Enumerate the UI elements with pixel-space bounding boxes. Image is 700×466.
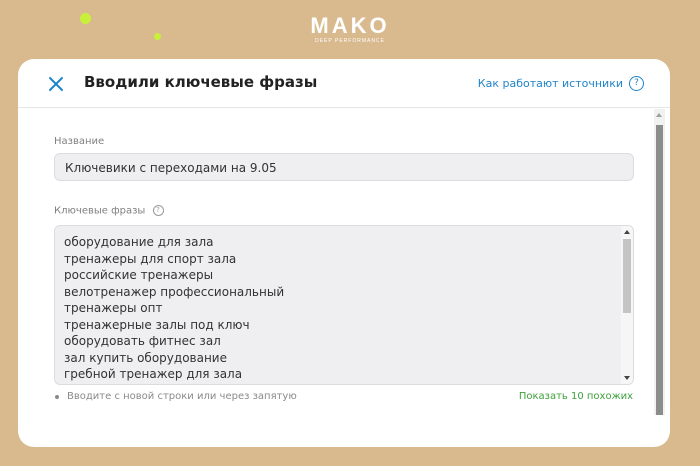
keywords-source-modal: Вводили ключевые фразы Как работают исто… bbox=[18, 59, 670, 447]
show-similar-link[interactable]: Показать 10 похожих bbox=[519, 391, 633, 402]
brand-tagline: DEEP PERFORMANCE bbox=[315, 38, 385, 44]
brand-logo: MAKO DEEP PERFORMANCE bbox=[300, 13, 400, 45]
phrase-line: тренажеры опт bbox=[64, 301, 163, 315]
textarea-scrollbar-thumb[interactable] bbox=[623, 239, 631, 313]
phrase-line: велотренажер профессиональный bbox=[64, 284, 285, 299]
phrases-label: Ключевые фразы bbox=[54, 205, 146, 217]
phrase-line: оборудование для зала bbox=[64, 235, 214, 249]
input-hint-text: Вводите с новой строки или через запятую bbox=[67, 391, 297, 402]
bullet-icon bbox=[55, 394, 59, 399]
scroll-up-arrow-icon[interactable] bbox=[624, 230, 630, 234]
modal-title: Вводили ключевые фразы bbox=[84, 73, 318, 91]
decorative-dot bbox=[80, 13, 91, 24]
phrase-line: гребной тренажер для зала bbox=[64, 367, 243, 381]
info-icon[interactable]: ? bbox=[152, 205, 164, 216]
brand-name: MAKO bbox=[310, 13, 390, 38]
phrases-list: оборудование для зала тренажеры для спор… bbox=[64, 234, 617, 383]
close-icon[interactable] bbox=[48, 76, 64, 92]
modal-header: Вводили ключевые фразы Как работают исто… bbox=[18, 59, 670, 108]
phrases-label-row: Ключевые фразы ? bbox=[54, 205, 164, 217]
input-hint: Вводите с новой строки или через запятую bbox=[55, 391, 297, 402]
textarea-scrollbar[interactable] bbox=[621, 226, 633, 384]
scroll-down-arrow-icon[interactable] bbox=[624, 376, 630, 380]
phrase-line: зал купить оборудование bbox=[64, 350, 227, 365]
phrase-line: тренажерные залы под ключ bbox=[64, 317, 250, 332]
question-circle-icon[interactable]: ? bbox=[629, 76, 644, 91]
name-input[interactable]: Ключевики с переходами на 9.05 bbox=[54, 153, 634, 181]
phrase-line: российские тренажеры bbox=[64, 268, 214, 282]
phrases-textarea[interactable]: оборудование для зала тренажеры для спор… bbox=[54, 225, 634, 385]
phrase-line: оборудовать фитнес зал bbox=[64, 334, 221, 348]
name-label: Название bbox=[54, 136, 105, 147]
modal-scrollbar[interactable] bbox=[654, 109, 665, 415]
scroll-up-arrow-icon[interactable] bbox=[656, 113, 662, 117]
decorative-dot bbox=[154, 33, 161, 40]
how-sources-work-label[interactable]: Как работают источники bbox=[478, 77, 623, 90]
scrollbar-thumb[interactable] bbox=[656, 125, 663, 415]
how-sources-work-link[interactable]: Как работают источники ? bbox=[478, 76, 644, 91]
phrase-line: тренажеры для спорт зала bbox=[64, 251, 237, 266]
